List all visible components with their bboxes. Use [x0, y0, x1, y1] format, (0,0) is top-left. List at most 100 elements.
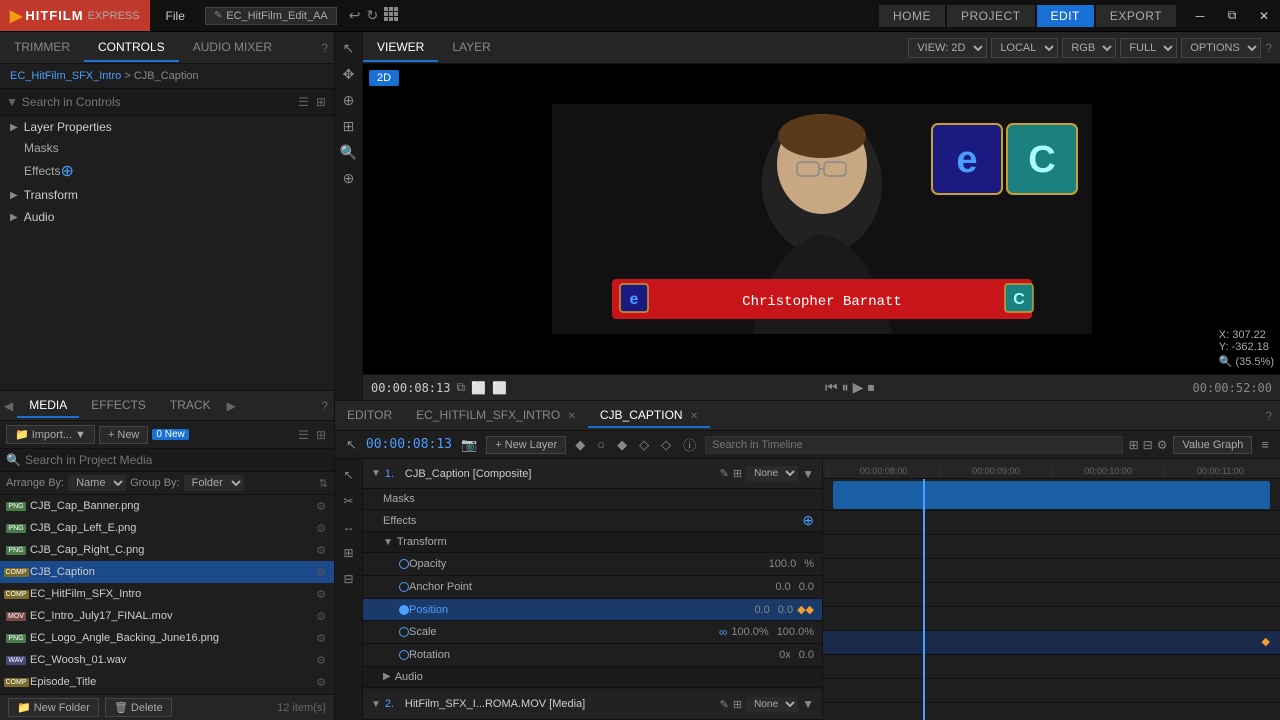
tl-info-icon[interactable]: ⓘ	[680, 434, 699, 455]
minimize-button[interactable]: ─	[1184, 0, 1216, 32]
media-help-icon[interactable]: ?	[321, 399, 334, 413]
tl-more-icon[interactable]: ≡	[1258, 436, 1272, 453]
anchor-keyframe-icon[interactable]	[399, 582, 409, 592]
track-2-arrow-icon[interactable]: ▼	[802, 697, 814, 711]
media-search-input[interactable]	[25, 453, 328, 467]
tab-sfx-intro[interactable]: EC_HITFILM_SFX_INTRO ✕	[404, 404, 588, 428]
gear-icon[interactable]: ⚙	[316, 610, 326, 623]
viewer-help-icon[interactable]: ?	[1265, 41, 1272, 55]
undo-icon[interactable]: ↩	[349, 7, 361, 24]
tab-media[interactable]: MEDIA	[17, 394, 79, 418]
playhead[interactable]: +00:00:00:16	[923, 479, 925, 720]
list-item[interactable]: COMP CJB_Caption ⚙	[0, 561, 334, 583]
tl-settings-icon[interactable]: ⚙	[1157, 438, 1168, 452]
redo-icon[interactable]: ↻	[367, 7, 379, 24]
local-mode-select[interactable]: LOCAL	[991, 38, 1058, 58]
track-2-edit-icon[interactable]: ✎	[720, 698, 729, 711]
tl-key1-icon[interactable]: ◆	[572, 436, 588, 454]
viewer-2d-button[interactable]: 2D	[369, 70, 399, 86]
tl-pointer-tool[interactable]: ↖	[337, 463, 361, 487]
gear-icon[interactable]: ⚙	[316, 566, 326, 579]
layer-properties-item[interactable]: ▶ Layer Properties	[0, 116, 334, 138]
tl-key5-icon[interactable]: ◇	[658, 436, 674, 454]
maximize-button[interactable]: ⧉	[1216, 0, 1248, 32]
tab-audio-mixer[interactable]: AUDIO MIXER	[179, 34, 286, 62]
transform-expand-icon[interactable]: ▼	[383, 537, 393, 548]
clip-icon[interactable]: ⧉	[456, 380, 465, 395]
select-tool[interactable]: ↖	[337, 36, 361, 60]
track-1-mode-select[interactable]: None	[746, 466, 798, 481]
gear-icon[interactable]: ⚙	[316, 654, 326, 667]
tab-controls[interactable]: CONTROLS	[84, 34, 179, 62]
breadcrumb-link[interactable]: EC_HitFilm_SFX_Intro	[10, 70, 121, 82]
tab-cjb-caption[interactable]: CJB_CAPTION ✕	[588, 404, 710, 428]
move-tool[interactable]: ✥	[337, 62, 361, 86]
list-item[interactable]: COMP EC_HitFilm_SFX_Intro ⚙	[0, 583, 334, 605]
track-2-mode-select[interactable]: None	[746, 697, 798, 712]
media-tab-next[interactable]: ▶	[223, 399, 240, 413]
zoom-in-tool[interactable]: 🔍	[337, 140, 361, 164]
home-button[interactable]: HOME	[879, 5, 945, 27]
tl-slip-tool[interactable]: ↔	[337, 515, 361, 539]
audio-item[interactable]: ▶ Audio	[0, 206, 334, 228]
anchor-tool[interactable]: ⊞	[337, 114, 361, 138]
list-item[interactable]: COMP Episode_Title ⚙	[0, 671, 334, 693]
key-right-icon[interactable]: ◆	[806, 603, 814, 616]
tab-caption-close-icon[interactable]: ✕	[690, 411, 698, 422]
options-select[interactable]: OPTIONS	[1181, 38, 1261, 58]
list-item[interactable]: PNG EC_Logo_Angle_Backing_June16.png ⚙	[0, 627, 334, 649]
tl-blade-tool[interactable]: ✂	[337, 489, 361, 513]
gear-icon[interactable]: ⚙	[316, 544, 326, 557]
controls-help-icon[interactable]: ?	[321, 41, 328, 55]
zoom-tool[interactable]: ⊕	[337, 166, 361, 190]
go-to-start-icon[interactable]: ⏮	[825, 379, 838, 396]
transform-tool[interactable]: ⊕	[337, 88, 361, 112]
media-grid-view-icon[interactable]: ⊞	[314, 426, 328, 444]
tab-layer[interactable]: LAYER	[438, 34, 504, 62]
tl-arrow-icon[interactable]: ↖	[343, 436, 360, 454]
timeline-help-icon[interactable]: ?	[1265, 409, 1280, 423]
effects-add-button[interactable]: ⊕	[60, 161, 73, 181]
tl-key2-icon[interactable]: ○	[594, 436, 608, 453]
full-mode-select[interactable]: FULL	[1120, 38, 1177, 58]
scale-prop[interactable]: Scale ∞ 100.0% 100.0%	[363, 621, 822, 644]
rotation-keyframe-icon[interactable]	[399, 650, 409, 660]
tab-editor[interactable]: EDITOR	[335, 404, 404, 428]
gear-icon[interactable]: ⚙	[316, 632, 326, 645]
close-button[interactable]: ✕	[1248, 0, 1280, 32]
tab-effects[interactable]: EFFECTS	[79, 394, 158, 418]
audio-expand-icon[interactable]: ▶	[383, 671, 391, 682]
rotation-prop[interactable]: Rotation 0x 0.0	[363, 644, 822, 667]
import-button[interactable]: 📁 Import... ▼	[6, 425, 95, 444]
opacity-keyframe-icon[interactable]	[399, 559, 409, 569]
stop-button[interactable]: ⏹	[867, 379, 874, 396]
position-prop[interactable]: Position 0.0 0.0 ◆ ◆	[363, 599, 822, 622]
media-list-view-icon[interactable]: ☰	[296, 426, 311, 444]
view-mode-select[interactable]: VIEW: 2D	[908, 38, 987, 58]
track-1-edit-icon[interactable]: ✎	[720, 467, 729, 480]
project-button[interactable]: PROJECT	[947, 5, 1035, 27]
track-1-expand-icon[interactable]: ▼	[371, 468, 381, 479]
file-tab[interactable]: ✎ EC_HitFilm_Edit_AA	[205, 7, 337, 25]
sort-button[interactable]: ⇅	[319, 477, 328, 490]
tl-ripple-tool[interactable]: ⊟	[337, 567, 361, 591]
media-tab-prev[interactable]: ◀	[0, 399, 17, 413]
tl-timecode[interactable]: 00:00:08:13	[366, 437, 452, 452]
tab-viewer[interactable]: VIEWER	[363, 34, 438, 62]
effects-sub-add-icon[interactable]: ⊕	[802, 512, 814, 529]
position-key-right[interactable]: ◆	[1262, 635, 1270, 648]
gear-icon[interactable]: ⚙	[316, 522, 326, 535]
effects-item[interactable]: Effects ⊕	[0, 158, 334, 184]
list-item[interactable]: MOV EC_Intro_July17_FINAL.mov ⚙	[0, 605, 334, 627]
masks-item[interactable]: Masks	[0, 138, 334, 158]
step-back-icon[interactable]: ⏸	[842, 379, 849, 396]
anchor-point-prop[interactable]: Anchor Point 0.0 0.0	[363, 576, 822, 599]
export-button[interactable]: EXPORT	[1096, 5, 1176, 27]
gear-icon[interactable]: ⚙	[316, 676, 326, 689]
mark-in-icon[interactable]: ⬜	[471, 381, 486, 395]
new-button[interactable]: + New	[99, 426, 148, 444]
gear-icon[interactable]: ⚙	[316, 500, 326, 513]
tl-camera-icon[interactable]: 📷	[458, 436, 480, 454]
track-1-lock-icon[interactable]: ⊞	[733, 467, 742, 480]
track-1-clip[interactable]	[833, 481, 1270, 509]
